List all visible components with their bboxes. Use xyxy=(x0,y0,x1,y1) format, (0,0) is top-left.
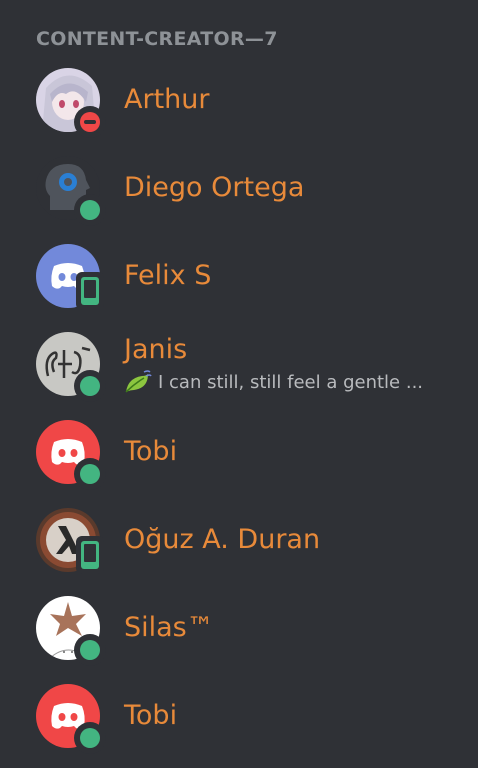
online-status-icon xyxy=(74,370,106,402)
custom-status-text: I can still, still feel a gentle ... xyxy=(158,371,424,393)
custom-status: I can still, still feel a gentle ... xyxy=(124,370,423,394)
online-status-icon xyxy=(74,458,106,490)
online-status-icon xyxy=(74,194,106,226)
member-name[interactable]: Janis xyxy=(124,334,187,365)
member-name[interactable]: Silas™ xyxy=(124,612,214,643)
online-status-icon xyxy=(74,722,106,754)
member-name[interactable]: Tobi xyxy=(124,700,177,731)
member-name[interactable]: Diego Ortega xyxy=(124,172,304,203)
dnd-status-icon xyxy=(74,106,106,138)
online-status-icon xyxy=(74,634,106,666)
mobile-status-icon xyxy=(76,272,104,310)
member-name[interactable]: Oğuz A. Duran xyxy=(124,524,320,555)
member-name[interactable]: Felix S xyxy=(124,260,211,291)
members-category-header: CONTENT-CREATOR—7 xyxy=(36,28,278,50)
member-name[interactable]: Arthur xyxy=(124,84,209,115)
mobile-status-icon xyxy=(76,536,104,574)
member-name[interactable]: Tobi xyxy=(124,436,177,467)
leaf-icon xyxy=(124,370,152,394)
